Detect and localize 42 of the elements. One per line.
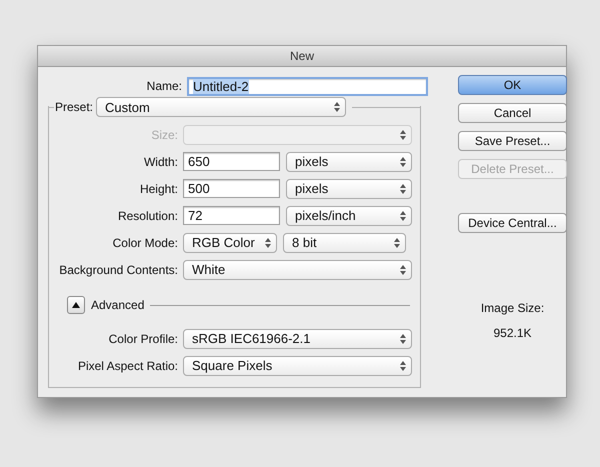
dropdown[interactable]: sRGB IEC61966-2.1 bbox=[183, 328, 412, 348]
dropdown[interactable]: pixels bbox=[286, 178, 412, 198]
field-label: Height: bbox=[138, 182, 178, 196]
up-down-arrows-icon bbox=[394, 238, 400, 248]
input-field[interactable]: 72 bbox=[183, 206, 280, 225]
field-label: Color Profile: bbox=[108, 332, 178, 346]
up-down-arrows-icon bbox=[400, 156, 406, 166]
dropdown[interactable]: 8 bit bbox=[283, 232, 406, 252]
input-field[interactable]: 650 bbox=[183, 152, 280, 171]
name-field[interactable]: Untitled-2 bbox=[187, 76, 428, 96]
triangle-icon bbox=[72, 302, 80, 308]
image-size-value: 952.1K bbox=[493, 326, 532, 340]
dialog-button[interactable]: Device Central... bbox=[458, 213, 567, 233]
ok-button[interactable]: OK bbox=[458, 75, 567, 95]
up-down-arrows-icon bbox=[400, 130, 406, 140]
up-down-arrows-icon bbox=[400, 360, 406, 370]
up-down-arrows-icon bbox=[400, 334, 406, 344]
up-down-arrows-icon bbox=[400, 210, 406, 220]
section-label: Advanced bbox=[91, 298, 144, 312]
field-label: Pixel Aspect Ratio: bbox=[76, 358, 178, 372]
field-label: Size: bbox=[150, 128, 178, 142]
field-label: Color Mode: bbox=[112, 236, 178, 250]
dropdown[interactable]: pixels bbox=[286, 152, 412, 172]
field-label: Resolution: bbox=[116, 208, 178, 222]
dropdown[interactable]: Custom bbox=[96, 97, 346, 117]
image-size-label: Image Size: bbox=[480, 301, 544, 315]
input-field[interactable]: 500 bbox=[183, 179, 280, 198]
dialog-button[interactable]: Cancel bbox=[458, 103, 567, 123]
dropdown[interactable]: Square Pixels bbox=[183, 356, 412, 376]
up-down-arrows-icon bbox=[400, 264, 406, 274]
field-label: Name: bbox=[146, 79, 182, 93]
dropdown[interactable]: White bbox=[183, 260, 412, 280]
disclosure-button[interactable] bbox=[67, 296, 85, 314]
field-label: Background Contents: bbox=[58, 262, 178, 276]
dialog-button[interactable]: Save Preset... bbox=[458, 131, 567, 151]
up-down-arrows-icon bbox=[265, 238, 271, 248]
up-down-arrows-icon bbox=[400, 184, 406, 194]
dropdown[interactable]: pixels/inch bbox=[286, 206, 412, 226]
window-title: New bbox=[290, 49, 314, 63]
dropdown[interactable]: RGB Color bbox=[183, 232, 277, 252]
field-label: Width: bbox=[142, 154, 178, 168]
up-down-arrows-icon bbox=[334, 102, 340, 112]
